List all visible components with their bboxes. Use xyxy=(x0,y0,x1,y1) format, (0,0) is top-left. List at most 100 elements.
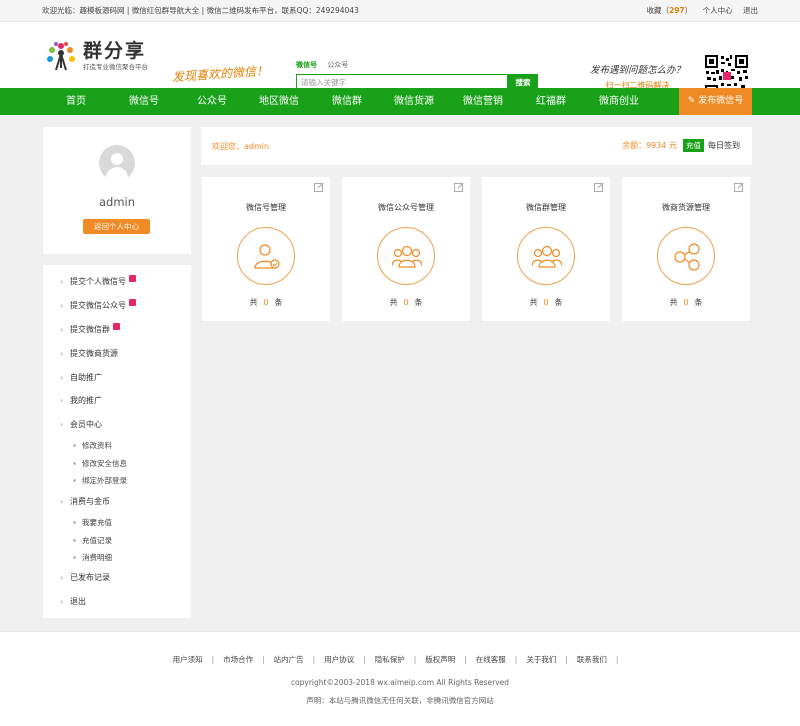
submenu-edit-profile[interactable]: 修改资料 xyxy=(73,440,112,451)
nav-wechat-source[interactable]: 微信货源 xyxy=(394,88,434,115)
new-badge-icon xyxy=(113,323,120,330)
count-suffix: 条 xyxy=(274,298,283,307)
favorite-link[interactable]: 收藏（297） xyxy=(639,6,693,15)
menu-label: 已发布记录 xyxy=(70,573,110,582)
bullet-icon xyxy=(73,521,76,524)
recharge-button[interactable]: 充值 xyxy=(683,139,704,152)
submenu-label: 绑定外部登录 xyxy=(82,476,127,485)
publish-label: 发布微信号 xyxy=(698,96,744,106)
edit-icon[interactable] xyxy=(734,182,744,192)
top-bar-right: 收藏（297） 个人中心 退出 xyxy=(631,5,758,16)
footer-link[interactable]: 版权声明 xyxy=(425,655,455,664)
card-count: 共0条 xyxy=(202,297,330,308)
footer-link[interactable]: 联系我们 xyxy=(577,655,607,664)
profile-username: admin xyxy=(98,195,136,209)
site-logo[interactable]: 群分享 打造专业微信聚合平台 xyxy=(45,40,148,72)
card-group-manage[interactable]: 微信群管理 共0条 xyxy=(482,177,610,321)
favorite-count: 297 xyxy=(669,6,685,15)
footer-link[interactable]: 隐私保护 xyxy=(375,655,405,664)
new-badge-icon xyxy=(129,275,136,282)
menu-label: 我的推广 xyxy=(70,396,102,405)
edit-icon[interactable] xyxy=(314,182,324,192)
footer-link[interactable]: 用户协议 xyxy=(324,655,354,664)
card-title: 微信号管理 xyxy=(246,203,286,212)
menu-item-submit-group[interactable]: › 提交微信群 xyxy=(60,323,120,335)
search-tabs: 微信号 公众号 xyxy=(296,60,538,72)
card-source-manage[interactable]: 微商货源管理 共0条 xyxy=(622,177,750,321)
menu-item-submit-official[interactable]: › 提交微信公众号 xyxy=(60,299,136,311)
bullet-icon xyxy=(73,444,76,447)
submenu-label: 消费明细 xyxy=(82,553,112,562)
chevron-right-icon: › xyxy=(60,373,64,382)
menu-item-member-center[interactable]: › 会员中心 xyxy=(60,419,102,430)
footer-link[interactable]: 在线客服 xyxy=(476,655,506,664)
submenu-label: 我要充值 xyxy=(82,518,112,527)
profile-panel: admin 返回个人中心 xyxy=(43,127,191,254)
menu-item-submit-personal[interactable]: › 提交个人微信号 xyxy=(60,275,136,287)
footer: 用户须知 | 市场合作 | 站内广告 | 用户协议 | 隐私保护 | 版权声明 | 在线客服 | 关于我们 |… xyxy=(0,631,800,726)
count-suffix: 条 xyxy=(694,298,703,307)
menu-item-self-promo[interactable]: › 自助推广 xyxy=(60,372,102,383)
count-value: 0 xyxy=(543,298,549,307)
declaration: 声明：本站与腾讯微信无任何关联，非腾讯微信官方网站 xyxy=(306,696,494,705)
edit-icon[interactable] xyxy=(454,182,464,192)
count-prefix: 共 xyxy=(389,298,398,307)
slogan: 发现喜欢的微信！ xyxy=(171,63,269,85)
nav-wechat-group[interactable]: 微信群 xyxy=(332,88,362,115)
submenu-label: 修改资料 xyxy=(82,441,112,450)
card-official-manage[interactable]: 微信公众号管理 共0条 xyxy=(342,177,470,321)
nav-red-group[interactable]: 红福群 xyxy=(536,88,566,115)
favorite-label: 收藏 xyxy=(646,6,662,15)
user-check-icon xyxy=(237,227,295,285)
publish-wechat-button[interactable]: ✎ 发布微信号 xyxy=(679,88,752,115)
nav-regional[interactable]: 地区微信 xyxy=(259,88,299,115)
user-center-link[interactable]: 个人中心 xyxy=(703,6,733,15)
menu-item-submit-source[interactable]: › 提交微商货源 xyxy=(60,348,118,359)
menu-item-published[interactable]: › 已发布记录 xyxy=(60,572,110,583)
separator: | xyxy=(363,655,366,664)
back-to-user-center-button[interactable]: 返回个人中心 xyxy=(83,219,150,234)
nav-wechat-id[interactable]: 微信号 xyxy=(129,88,159,115)
submenu-bind-external[interactable]: 绑定外部登录 xyxy=(73,475,127,486)
footer-link[interactable]: 市场合作 xyxy=(223,655,253,664)
count-prefix: 共 xyxy=(669,298,678,307)
menu-label: 提交微信公众号 xyxy=(70,301,126,310)
new-badge-icon xyxy=(129,299,136,306)
logo-title: 群分享 xyxy=(83,40,147,62)
bullet-icon xyxy=(73,539,76,542)
daily-signin-link[interactable]: 每日签到 xyxy=(708,140,740,151)
logout-link[interactable]: 退出 xyxy=(743,6,758,15)
bullet-icon xyxy=(73,479,76,482)
search-tab-official[interactable]: 公众号 xyxy=(327,61,348,69)
welcome-greeting: 欢迎您，admin xyxy=(212,142,270,151)
menu-item-my-promo[interactable]: › 我的推广 xyxy=(60,395,102,406)
menu-item-logout[interactable]: › 退出 xyxy=(60,596,86,607)
footer-link[interactable]: 关于我们 xyxy=(526,655,556,664)
main-content: admin 返回个人中心 › 提交个人微信号 › 提交微信公众号 › 提交微信群 › 提… xyxy=(0,115,800,631)
search-tab-wechat[interactable]: 微信号 xyxy=(296,61,317,69)
count-value: 0 xyxy=(263,298,269,307)
footer-link[interactable]: 站内广告 xyxy=(274,655,304,664)
submenu-consumption[interactable]: 消费明细 xyxy=(73,552,112,563)
nav-wechat-marketing[interactable]: 微信营销 xyxy=(463,88,503,115)
nav-home[interactable]: 首页 xyxy=(66,88,86,115)
card-wechat-id-manage[interactable]: 微信号管理 共0条 xyxy=(202,177,330,321)
chevron-right-icon: › xyxy=(60,349,64,358)
chevron-right-icon: › xyxy=(60,573,64,582)
nav-official-account[interactable]: 公众号 xyxy=(197,88,227,115)
footer-link[interactable]: 用户须知 xyxy=(173,655,203,664)
submenu-recharge-record[interactable]: 充值记录 xyxy=(73,535,112,546)
card-title: 微信群管理 xyxy=(526,203,566,212)
group-icon xyxy=(377,227,435,285)
avatar xyxy=(99,145,135,181)
submenu-edit-security[interactable]: 修改安全信息 xyxy=(73,458,127,469)
menu-item-coins[interactable]: › 消费与金币 xyxy=(60,496,110,507)
card-title: 微商货源管理 xyxy=(662,203,710,212)
logo-icon xyxy=(47,42,75,71)
card-count: 共0条 xyxy=(482,297,610,308)
chevron-right-icon: › xyxy=(60,597,64,606)
sidebar-menu: › 提交个人微信号 › 提交微信公众号 › 提交微信群 › 提交微商货源 › 自助推广 ›… xyxy=(43,265,191,618)
submenu-recharge[interactable]: 我要充值 xyxy=(73,517,112,528)
edit-icon[interactable] xyxy=(594,182,604,192)
nav-micro-business[interactable]: 微商创业 xyxy=(599,88,639,115)
